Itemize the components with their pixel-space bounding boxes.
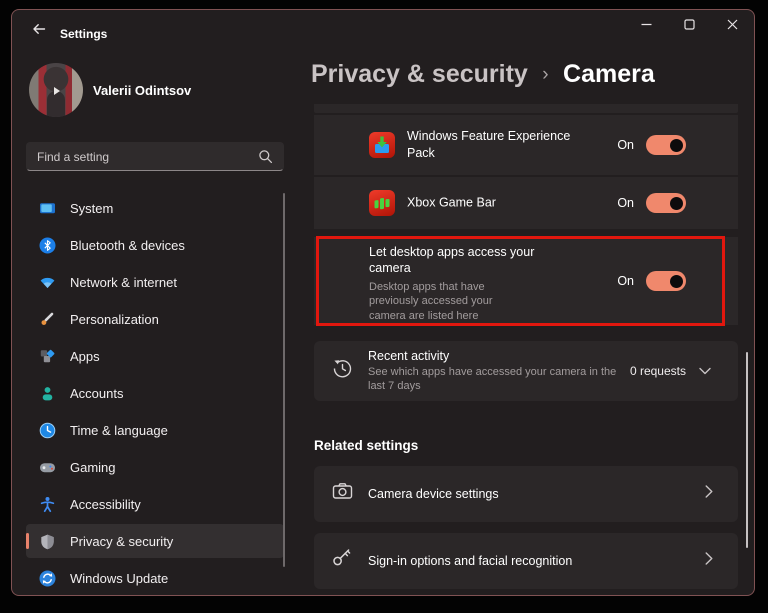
recent-activity-count: 0 requests [629, 364, 686, 378]
sidebar-item-label: Bluetooth & devices [70, 237, 185, 253]
breadcrumb: Privacy & security › Camera [311, 60, 655, 89]
sidebar-item-label: Privacy & security [70, 533, 174, 549]
sidebar-item-label: Apps [70, 348, 100, 364]
card-sign-in-options[interactable]: Sign-in options and facial recognition [314, 533, 738, 589]
chevron-right-icon [705, 552, 713, 570]
camera-icon [331, 480, 354, 508]
desktop-background: Settings Valerii Odintsov Find a setting… [0, 0, 768, 613]
close-button[interactable] [711, 10, 754, 41]
toggle-knob [670, 138, 683, 152]
sidebar-item-label: System [70, 200, 114, 216]
partial-row [314, 104, 738, 113]
sidebar-item-label: Accessibility [70, 496, 141, 512]
toggle-knob [670, 274, 683, 288]
content-scrollbar[interactable] [746, 352, 748, 548]
toggle-state-label: On [617, 274, 634, 288]
card-description: See which apps have accessed your camera… [368, 366, 617, 393]
close-icon [727, 18, 738, 33]
breadcrumb-parent[interactable]: Privacy & security [311, 60, 528, 88]
bluetooth-icon [39, 237, 56, 254]
windows-feature-experience-pack-icon [369, 132, 395, 158]
toggle-state-label: On [617, 138, 634, 152]
history-icon [331, 357, 354, 385]
shield-icon [39, 533, 56, 550]
sidebar-item-network-internet[interactable]: Network & internet [26, 265, 284, 299]
minimize-icon [641, 18, 652, 33]
link-label: Camera device settings [368, 487, 499, 501]
toggle-knob [670, 196, 683, 210]
update-icon [39, 570, 56, 587]
chevron-right-icon [705, 485, 713, 503]
row-title: Xbox Game Bar [407, 195, 496, 210]
xbox-game-bar-icon [369, 190, 395, 216]
sidebar-nav: System Bluetooth & devices Network & int… [26, 191, 284, 595]
card-title: Recent activity [368, 349, 450, 363]
card-recent-activity[interactable]: Recent activity See which apps have acce… [314, 341, 738, 401]
sidebar-item-gaming[interactable]: Gaming [26, 450, 284, 484]
paintbrush-icon [39, 311, 56, 328]
sidebar-item-apps[interactable]: Apps [26, 339, 284, 373]
related-settings-heading: Related settings [314, 438, 419, 453]
row-desktop-apps-camera-access: Let desktop apps access your camera Desk… [314, 237, 738, 325]
sidebar-item-label: Accounts [70, 385, 124, 401]
sidebar-item-time-language[interactable]: Time & language [26, 413, 284, 447]
window-title: Settings [60, 27, 108, 41]
back-arrow-icon [31, 21, 47, 40]
toggle-desktop-apps-camera-access[interactable] [646, 271, 686, 291]
toggle-windows-feature-experience-pack[interactable] [646, 135, 686, 155]
page-title: Camera [563, 60, 655, 88]
search-box [26, 142, 284, 171]
maximize-button[interactable] [668, 10, 711, 41]
chevron-down-icon[interactable] [699, 362, 711, 380]
sidebar-item-accessibility[interactable]: Accessibility [26, 487, 284, 521]
sidebar-item-bluetooth-devices[interactable]: Bluetooth & devices [26, 228, 284, 262]
search-input[interactable] [37, 143, 252, 170]
avatar [29, 63, 83, 117]
key-icon [331, 547, 354, 575]
sidebar-item-privacy-security[interactable]: Privacy & security [26, 524, 284, 558]
card-camera-device-settings[interactable]: Camera device settings [314, 466, 738, 522]
back-button[interactable] [24, 18, 54, 42]
row-title: Let desktop apps access your camera [369, 245, 535, 276]
app-row-windows-feature-experience-pack: Windows Feature Experience Pack On [314, 115, 738, 175]
title-bar: Settings [12, 10, 754, 50]
wifi-icon [39, 274, 56, 291]
settings-window: Settings Valerii Odintsov Find a setting… [11, 9, 755, 596]
toggle-xbox-game-bar[interactable] [646, 193, 686, 213]
minimize-button[interactable] [625, 10, 668, 41]
sidebar-item-windows-update[interactable]: Windows Update [26, 561, 284, 595]
sidebar-item-label: Gaming [70, 459, 116, 475]
sidebar-item-personalization[interactable]: Personalization [26, 302, 284, 336]
app-row-xbox-game-bar: Xbox Game Bar On [314, 177, 738, 229]
row-title: Windows Feature Experience Pack [407, 129, 571, 160]
sidebar-scrollbar[interactable] [283, 193, 285, 567]
system-icon [39, 200, 56, 217]
accessibility-icon [39, 496, 56, 513]
sidebar-item-label: Network & internet [70, 274, 177, 290]
maximize-icon [684, 18, 695, 33]
user-name: Valerii Odintsov [93, 83, 192, 98]
sidebar-item-label: Windows Update [70, 570, 169, 586]
toggle-state-label: On [617, 196, 634, 210]
sidebar-item-system[interactable]: System [26, 191, 284, 225]
search-icon[interactable] [258, 149, 274, 170]
clock-icon [39, 422, 56, 439]
person-icon [39, 385, 56, 402]
breadcrumb-separator-icon: › [542, 64, 549, 85]
sidebar-item-label: Time & language [70, 422, 168, 438]
row-description: Desktop apps that have previously access… [369, 280, 493, 322]
apps-icon [39, 348, 56, 365]
gamepad-icon [39, 459, 56, 476]
sidebar-item-label: Personalization [70, 311, 159, 327]
link-label: Sign-in options and facial recognition [368, 554, 573, 568]
selection-accent-bar [26, 533, 29, 549]
sidebar-item-accounts[interactable]: Accounts [26, 376, 284, 410]
